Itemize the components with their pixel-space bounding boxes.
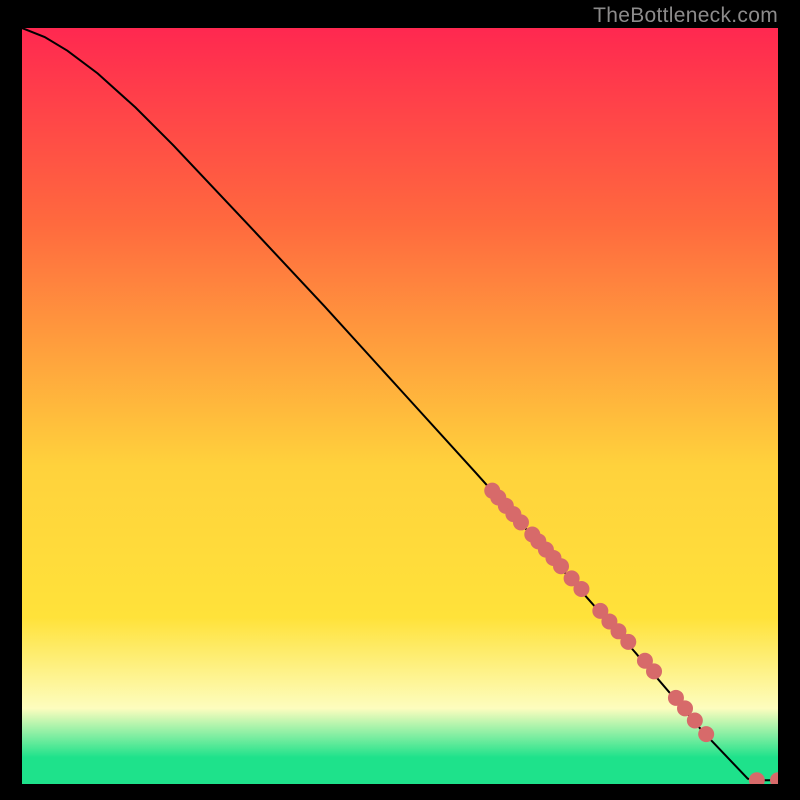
data-point [573,581,589,597]
plot-area [22,28,778,784]
data-point [513,514,529,530]
data-point [620,634,636,650]
data-point [698,726,714,742]
data-point [553,558,569,574]
data-point [687,713,703,729]
gradient-background [22,28,778,784]
data-point [646,663,662,679]
watermark-text: TheBottleneck.com [593,4,778,28]
chart-stage: TheBottleneck.com [0,0,800,800]
plot-svg [22,28,778,784]
